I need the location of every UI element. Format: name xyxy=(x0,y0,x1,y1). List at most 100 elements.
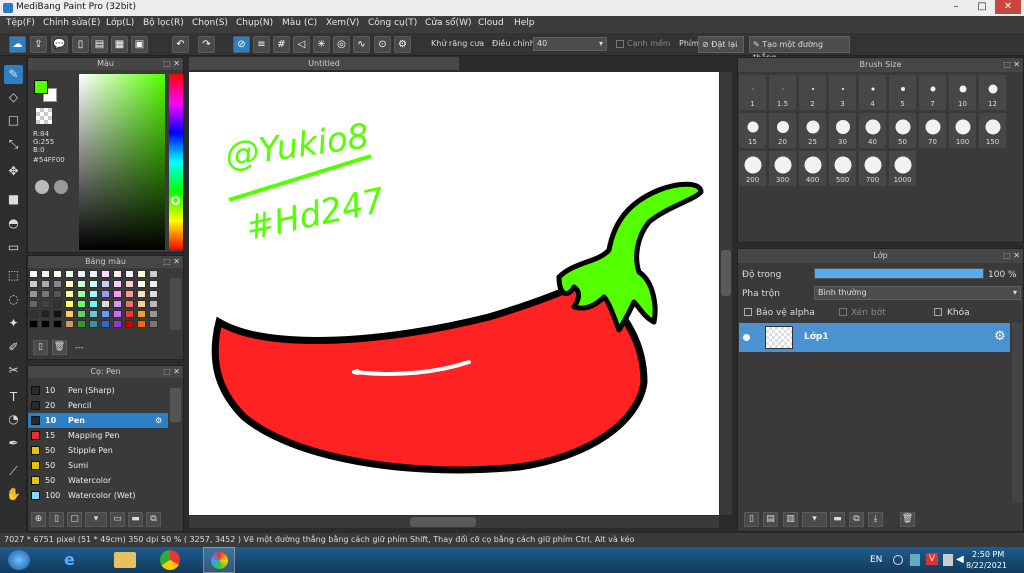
palette-swatch[interactable] xyxy=(149,270,158,278)
palette-swatch[interactable] xyxy=(137,320,146,328)
palette-swatch[interactable] xyxy=(89,320,98,328)
select-tool-icon[interactable]: ⬚ xyxy=(4,266,23,285)
palette-swatch[interactable] xyxy=(125,280,134,288)
palette-swatch[interactable] xyxy=(77,270,86,278)
clipping-checkbox[interactable] xyxy=(839,308,847,316)
palette-swatch[interactable] xyxy=(137,310,146,318)
menu-color[interactable]: Màu (C) xyxy=(282,18,317,28)
palette-swatch[interactable] xyxy=(149,310,158,318)
palette-swatch[interactable] xyxy=(101,280,110,288)
transparent-swatch[interactable] xyxy=(36,108,52,124)
menu-select[interactable]: Chọn(S) xyxy=(192,18,228,28)
palette-add-icon[interactable]: ▯ xyxy=(33,340,48,355)
brush-list-scrollbar[interactable] xyxy=(170,388,181,422)
cloud-icon[interactable]: ☁ xyxy=(9,36,26,53)
menu-cloud[interactable]: Cloud xyxy=(478,18,504,28)
brush-item[interactable]: 50 Stipple Pen xyxy=(28,443,168,458)
tray-icon[interactable] xyxy=(893,555,903,565)
layer-menu-icon[interactable]: ▾ xyxy=(802,512,827,527)
layer-scrollbar[interactable] xyxy=(1012,323,1022,503)
palette-swatch[interactable] xyxy=(89,290,98,298)
menu-window[interactable]: Cửa sổ(W) xyxy=(425,18,471,28)
hue-slider-handle[interactable] xyxy=(171,196,180,205)
undo-icon[interactable]: ↶ xyxy=(172,36,189,53)
palette-delete-icon[interactable]: 🗑 xyxy=(52,340,67,355)
hand-tool-icon[interactable]: ✋ xyxy=(4,485,23,504)
brush-folder-icon[interactable]: ▬ xyxy=(128,512,143,527)
palette-swatch[interactable] xyxy=(29,270,38,278)
brush-size-option[interactable]: 30 xyxy=(828,112,857,149)
layer-settings-icon[interactable]: ⚙ xyxy=(994,329,1006,344)
palette-swatch[interactable] xyxy=(101,290,110,298)
fill-rect-tool-icon[interactable]: ■ xyxy=(4,190,23,209)
palette-swatch[interactable] xyxy=(113,310,122,318)
palette-swatch[interactable] xyxy=(65,280,74,288)
vanish-snap-icon[interactable]: ⊙ xyxy=(374,36,391,53)
palette-swatch[interactable] xyxy=(77,320,86,328)
lasso-tool-icon[interactable]: ◌ xyxy=(4,290,23,309)
duplicate-layer-icon[interactable]: ⧉ xyxy=(849,512,864,527)
brush-size-option[interactable]: 10 xyxy=(948,74,977,111)
palette-swatch[interactable] xyxy=(149,280,158,288)
parallel-snap-icon[interactable]: ≡ xyxy=(253,36,270,53)
palette-swatch[interactable] xyxy=(101,300,110,308)
menu-filter[interactable]: Bộ lọc(R) xyxy=(143,18,184,28)
palette-swatch[interactable] xyxy=(29,280,38,288)
minimize-button[interactable]: – xyxy=(943,0,969,14)
menu-edit[interactable]: Chỉnh sửa(E) xyxy=(43,18,100,28)
vertical-scroll-thumb[interactable] xyxy=(721,250,731,296)
magic-wand-tool-icon[interactable]: ✦ xyxy=(4,314,23,333)
brush-item-selected[interactable]: 10 Pen ⚙ xyxy=(28,413,168,428)
clock-date[interactable]: 8/22/2021 xyxy=(966,561,1007,570)
color-wheel-icon[interactable] xyxy=(35,180,49,194)
brush-add-icon[interactable]: ⊕ xyxy=(31,512,46,527)
brush-size-option[interactable]: 700 xyxy=(858,150,887,187)
palette-swatch[interactable] xyxy=(89,310,98,318)
text-tool-icon[interactable]: T xyxy=(4,388,23,407)
brush-item[interactable]: 15 Mapping Pen xyxy=(28,428,168,443)
saturation-picker[interactable] xyxy=(79,74,165,250)
brush-size-option[interactable]: 70 xyxy=(918,112,947,149)
line-tool-icon[interactable]: ⤡ xyxy=(4,135,23,154)
palette-swatch[interactable] xyxy=(53,270,62,278)
brush-menu-icon[interactable]: ▾ xyxy=(85,512,107,527)
volume-icon[interactable]: ◀ xyxy=(956,554,964,565)
palette-swatch[interactable] xyxy=(65,320,74,328)
bucket-tool-icon[interactable]: ◓ xyxy=(4,214,23,233)
opacity-slider[interactable] xyxy=(814,268,984,279)
palette-swatch[interactable] xyxy=(53,280,62,288)
merge-layer-icon[interactable]: ⤓ xyxy=(868,512,883,527)
brush-size-option[interactable]: 400 xyxy=(798,150,827,187)
reset-button[interactable]: ⊘ Đặt lại xyxy=(698,36,744,53)
palette-swatch[interactable] xyxy=(113,290,122,298)
correction-select[interactable]: 40 ▾ xyxy=(533,37,607,51)
delete-layer-icon[interactable]: 🗑 xyxy=(900,512,915,527)
menu-help[interactable]: Help xyxy=(514,18,535,28)
brush-duplicate-icon[interactable]: ⧉ xyxy=(146,512,161,527)
palette-swatch[interactable] xyxy=(53,290,62,298)
protect-alpha-checkbox[interactable] xyxy=(744,308,752,316)
brush-size-option[interactable]: 500 xyxy=(828,150,857,187)
brush-size-option[interactable]: 50 xyxy=(888,112,917,149)
gradient-tool-icon[interactable]: ▭ xyxy=(4,238,23,257)
layer-folder-icon[interactable]: ▬ xyxy=(830,512,845,527)
palette-swatch[interactable] xyxy=(137,270,146,278)
speech-tool-icon[interactable]: ◔ xyxy=(4,410,23,429)
palette-swatch[interactable] xyxy=(137,290,146,298)
circle-snap-icon[interactable]: ◎ xyxy=(333,36,350,53)
palette-swatch[interactable] xyxy=(77,310,86,318)
palette-swatch[interactable] xyxy=(113,300,122,308)
rect-tool-icon[interactable]: □ xyxy=(4,111,23,130)
palette-swatch[interactable] xyxy=(89,280,98,288)
menu-file[interactable]: Tệp(F) xyxy=(6,18,35,28)
menu-layer[interactable]: Lớp(L) xyxy=(106,18,134,28)
antivirus-icon[interactable]: V xyxy=(926,553,938,565)
soft-edge-checkbox[interactable] xyxy=(616,40,624,48)
palette-swatch[interactable] xyxy=(125,290,134,298)
palette-swatch[interactable] xyxy=(41,280,50,288)
export-icon[interactable]: ▣ xyxy=(131,36,148,53)
palette-swatch[interactable] xyxy=(29,310,38,318)
palette-swatch[interactable] xyxy=(53,310,62,318)
palette-swatch[interactable] xyxy=(125,310,134,318)
menu-view[interactable]: Xem(V) xyxy=(326,18,359,28)
